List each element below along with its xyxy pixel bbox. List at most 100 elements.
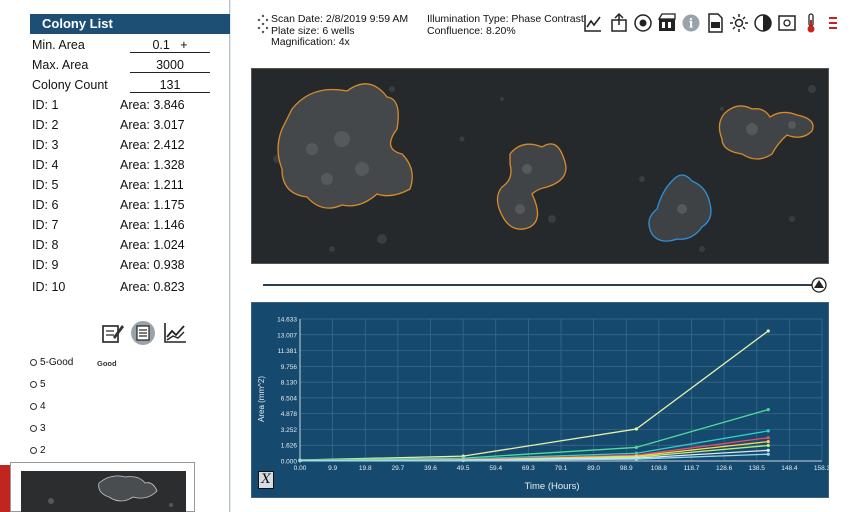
colony-count-row: Colony Count 131 bbox=[32, 78, 222, 96]
scan-info-secondary: Illumination Type: Phase Contrast Conflu… bbox=[427, 13, 584, 37]
export-icon[interactable] bbox=[609, 12, 629, 34]
y-tick-label: 1.626 bbox=[281, 443, 298, 450]
min-area-label: Min. Area bbox=[32, 38, 85, 52]
radio-icon bbox=[30, 425, 37, 432]
x-tick-label: 79.1 bbox=[555, 465, 568, 472]
x-axis-ticks: 0.00 9.9 19.8 29.7 39.6 49.5 59.4 69.3 79.1 89.0 9… bbox=[294, 465, 830, 472]
colony-area: Area: 1.328 bbox=[120, 158, 185, 172]
list-item[interactable]: ID: 6 Area: 1.175 bbox=[32, 198, 222, 214]
max-area-input[interactable]: 3000 bbox=[130, 58, 210, 73]
list-item[interactable]: ID: 2 Area: 3.017 bbox=[32, 118, 222, 134]
x-tick-label: 59.4 bbox=[489, 465, 502, 472]
magnification: Magnification: 4x bbox=[271, 36, 350, 48]
grade-option[interactable]: 4 bbox=[30, 401, 46, 415]
chart-grid bbox=[299, 318, 823, 462]
thumbnail-selection-marker bbox=[0, 465, 10, 512]
grade-label: 5 bbox=[40, 379, 46, 390]
chart-canvas: 0.0001.6263.2524.8786.5048.1309.75611.38… bbox=[257, 317, 830, 493]
data-point bbox=[766, 407, 770, 412]
colony-id: ID: 7 bbox=[32, 218, 59, 232]
data-point bbox=[766, 439, 770, 444]
list-item[interactable]: ID: 9 Area: 0.938 bbox=[32, 258, 222, 274]
x-tick-label: 138.5 bbox=[749, 465, 766, 472]
edit-icon[interactable] bbox=[100, 320, 126, 346]
x-tick-label: 118.7 bbox=[684, 465, 700, 472]
film-icon[interactable] bbox=[657, 12, 677, 34]
data-point bbox=[766, 329, 770, 333]
well-image-view[interactable] bbox=[251, 68, 829, 264]
colony-id: ID: 10 bbox=[32, 280, 66, 294]
brightness-icon[interactable] bbox=[729, 12, 749, 34]
colony-count-label: Colony Count bbox=[32, 78, 108, 92]
grade-option[interactable]: 3 bbox=[30, 423, 46, 437]
list-item[interactable]: ID: 10 Area: 0.823 bbox=[32, 280, 222, 296]
x-axis-toggle-button[interactable]: X bbox=[258, 471, 274, 489]
min-area-increment-button[interactable]: + bbox=[180, 38, 187, 52]
grade-label: 5-Good bbox=[40, 357, 74, 368]
list-item[interactable]: ID: 8 Area: 1.024 bbox=[32, 238, 222, 254]
list-item[interactable]: ID: 3 Area: 2.412 bbox=[32, 138, 222, 154]
menu-icon[interactable] bbox=[823, 12, 843, 34]
x-tick-label: 128.6 bbox=[716, 465, 733, 472]
x-tick-label: 49.5 bbox=[457, 465, 470, 472]
thumbnail-colonies bbox=[48, 475, 173, 507]
y-axis-label: Area (mm^2) bbox=[257, 376, 266, 422]
colony-area: Area: 1.024 bbox=[120, 238, 185, 252]
data-point bbox=[766, 429, 770, 433]
list-view-icon[interactable] bbox=[130, 320, 156, 346]
grade-label: 4 bbox=[40, 401, 46, 412]
colony-id: ID: 9 bbox=[32, 258, 59, 272]
grade-option[interactable]: 5 bbox=[30, 379, 46, 393]
y-tick-label: 3.252 bbox=[281, 427, 298, 434]
x-tick-label: 108.8 bbox=[651, 465, 668, 472]
y-tick-label: 8.130 bbox=[281, 380, 298, 387]
chart-line-icon[interactable] bbox=[583, 12, 603, 34]
contrast-icon[interactable] bbox=[753, 12, 773, 34]
y-tick-label: 9.756 bbox=[281, 364, 298, 371]
data-point bbox=[766, 452, 770, 456]
y-tick-label: 14.633 bbox=[277, 317, 297, 324]
colony-id: ID: 8 bbox=[32, 238, 59, 252]
x-tick-label: 69.3 bbox=[522, 465, 535, 472]
list-item[interactable]: ID: 4 Area: 1.328 bbox=[32, 158, 222, 174]
time-slider-handle[interactable] bbox=[811, 277, 827, 293]
time-slider-track[interactable] bbox=[263, 284, 818, 286]
data-point bbox=[461, 458, 465, 463]
y-tick-label: 13.007 bbox=[277, 332, 297, 339]
x-tick-label: 9.9 bbox=[328, 465, 337, 472]
list-item[interactable]: ID: 1 Area: 3.846 bbox=[32, 98, 222, 114]
radio-icon bbox=[30, 447, 37, 454]
list-item[interactable]: ID: 5 Area: 1.211 bbox=[32, 178, 222, 194]
y-tick-label: 4.878 bbox=[281, 411, 298, 418]
x-axis-label: Time (Hours) bbox=[524, 481, 579, 492]
thumbnail-image[interactable] bbox=[21, 471, 186, 512]
colony-area: Area: 1.211 bbox=[120, 178, 184, 192]
min-area-row: Min. Area 0.1 + bbox=[32, 38, 222, 56]
grade-tag: Good bbox=[97, 359, 117, 368]
colony-area: Area: 3.846 bbox=[120, 98, 185, 112]
list-item[interactable]: ID: 7 Area: 1.146 bbox=[32, 218, 222, 234]
image-icon[interactable] bbox=[777, 12, 797, 34]
area-growth-chart: 0.000 1.626 3.252 4.878 6.504 8.130 9.756 11.38… bbox=[251, 302, 830, 498]
series-line bbox=[299, 408, 769, 461]
drag-handle-icon[interactable] bbox=[257, 14, 269, 36]
colony-image bbox=[252, 69, 828, 263]
min-area-value: 0.1 bbox=[152, 38, 170, 52]
data-point bbox=[634, 457, 638, 461]
radio-icon bbox=[30, 381, 37, 388]
thumbnail-panel[interactable] bbox=[10, 462, 195, 512]
min-area-input[interactable]: 0.1 + bbox=[130, 38, 210, 53]
info-icon[interactable]: i bbox=[681, 12, 701, 34]
grade-option[interactable]: 5-Good bbox=[30, 357, 73, 371]
chart-line-icon[interactable] bbox=[162, 320, 188, 346]
colony-area: Area: 0.823 bbox=[120, 280, 185, 294]
grade-option[interactable]: 2 bbox=[30, 445, 46, 459]
pdf-icon[interactable] bbox=[705, 12, 725, 34]
y-tick-label: 11.381 bbox=[278, 348, 298, 355]
camera-icon[interactable] bbox=[633, 12, 653, 34]
confluence: Confluence: 8.20% bbox=[427, 24, 516, 37]
thermometer-icon[interactable] bbox=[801, 12, 821, 34]
x-tick-label: 19.8 bbox=[359, 465, 372, 472]
data-point bbox=[298, 459, 302, 463]
data-point bbox=[766, 448, 770, 452]
